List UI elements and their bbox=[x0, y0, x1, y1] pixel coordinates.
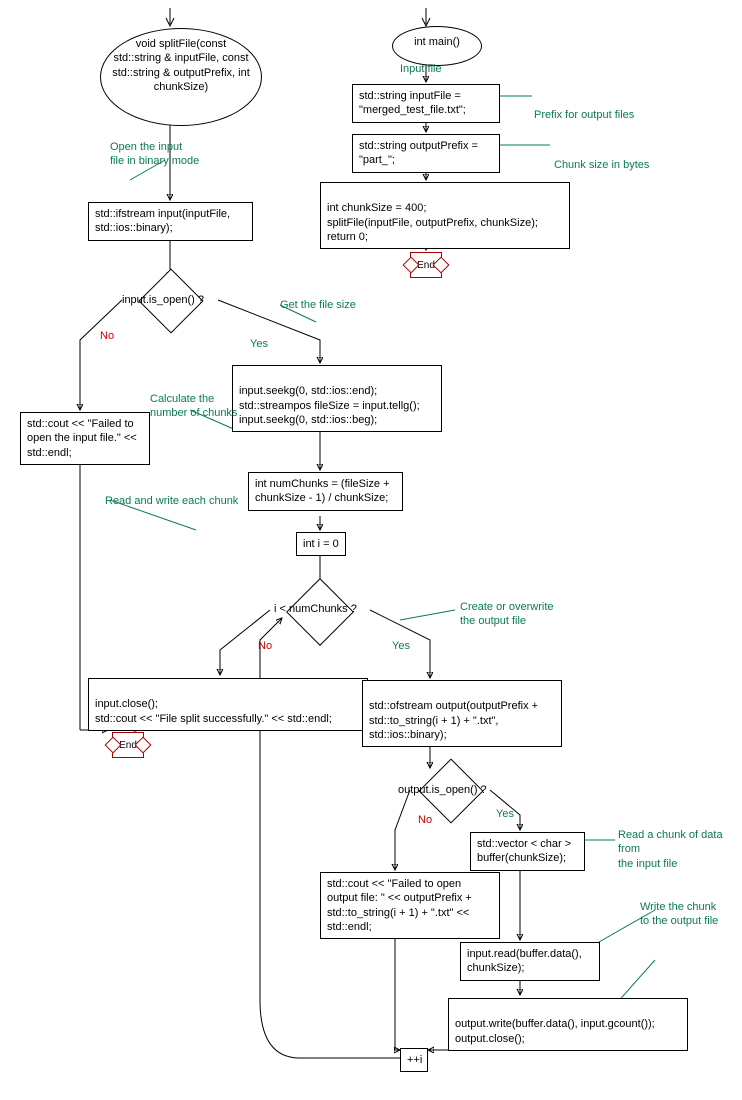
anno-rw: Read and write each chunk bbox=[105, 494, 238, 508]
box-ifstream: std::ifstream input(inputFile, std::ios:… bbox=[88, 202, 253, 241]
box-chunk: int chunkSize = 400; splitFile(inputFile… bbox=[320, 182, 570, 249]
anno-calc: Calculate the number of chunks bbox=[150, 392, 237, 421]
label-yes-1: Yes bbox=[250, 338, 268, 350]
main-signature: int main() bbox=[414, 36, 460, 48]
label-no-1: No bbox=[100, 330, 114, 342]
diamond-loop-text: i < numChunks ? bbox=[274, 603, 357, 615]
anno-open: Open the input file in binary mode bbox=[110, 140, 199, 169]
func-start: void splitFile(const std::string & input… bbox=[100, 28, 262, 126]
anno-input-file: Input file bbox=[400, 62, 442, 76]
anno-readchunk: Read a chunk of data from the input file bbox=[618, 828, 742, 871]
box-seek: input.seekg(0, std::ios::end); std::stre… bbox=[232, 365, 442, 432]
func-end: End bbox=[112, 732, 144, 758]
main-start: int main() bbox=[392, 26, 482, 66]
main-end: End bbox=[410, 252, 442, 278]
box-failopen: std::cout << "Failed to open the input f… bbox=[20, 412, 150, 465]
anno-prefix: Prefix for output files bbox=[534, 108, 634, 122]
box-buffer: std::vector < char > buffer(chunkSize); bbox=[470, 832, 585, 871]
box-ofstream: std::ofstream output(outputPrefix + std:… bbox=[362, 680, 562, 747]
label-yes-3: Yes bbox=[496, 808, 514, 820]
func-signature: void splitFile(const std::string & input… bbox=[112, 38, 250, 93]
diamond-is-open-text: input.is_open() ? bbox=[122, 294, 204, 306]
anno-chunk: Chunk size in bytes bbox=[554, 158, 649, 172]
box-read: input.read(buffer.data(), chunkSize); bbox=[460, 942, 600, 981]
box-numchunks: int numChunks = (fileSize + chunkSize - … bbox=[248, 472, 403, 511]
diamond-out-open-text: output.is_open() ? bbox=[398, 784, 487, 796]
box-init-i: int i = 0 bbox=[296, 532, 346, 556]
label-no-3: No bbox=[418, 814, 432, 826]
box-failout: std::cout << "Failed to open output file… bbox=[320, 872, 500, 939]
anno-create: Create or overwrite the output file bbox=[460, 600, 554, 629]
anno-getsize: Get the file size bbox=[280, 298, 356, 312]
box-write: output.write(buffer.data(), input.gcount… bbox=[448, 998, 688, 1051]
anno-write: Write the chunk to the output file bbox=[640, 900, 718, 929]
box-inc: ++i bbox=[400, 1048, 428, 1072]
label-yes-2: Yes bbox=[392, 640, 410, 652]
box-inputfile: std::string inputFile = "merged_test_fil… bbox=[352, 84, 500, 123]
label-no-2: No bbox=[258, 640, 272, 652]
box-prefix: std::string outputPrefix = "part_"; bbox=[352, 134, 500, 173]
box-close: input.close(); std::cout << "File split … bbox=[88, 678, 368, 731]
